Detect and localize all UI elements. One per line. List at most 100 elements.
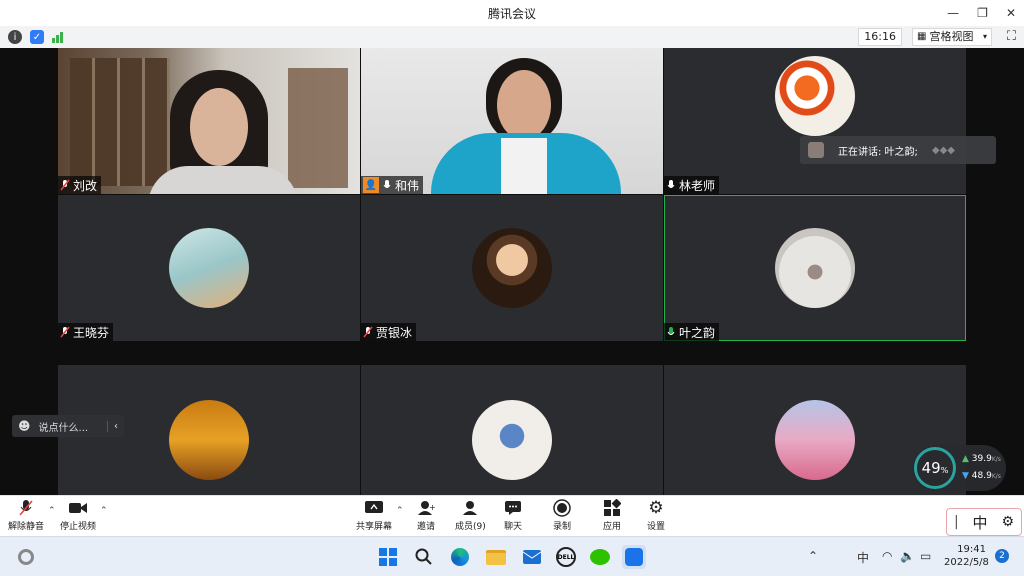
gear-icon: ⚙ [648, 498, 664, 518]
participant-name: 和伟 [395, 178, 420, 193]
participant-nametag: 王晓芬 [58, 323, 114, 341]
members-button[interactable]: 成员(9) [455, 499, 486, 532]
participant-nametag: 叶之韵 [664, 323, 720, 341]
speaker-avatar [808, 142, 824, 158]
ime-language[interactable]: 中 [973, 512, 988, 533]
battery-icon[interactable]: ▭ [920, 549, 931, 563]
participant-video [361, 48, 663, 194]
view-mode-label: 宫格视图 [929, 30, 974, 43]
close-icon[interactable]: ✕ [1006, 6, 1016, 20]
chevron-up-icon[interactable]: ⌃ [396, 506, 404, 516]
restore-icon[interactable]: ❐ [977, 6, 988, 20]
tencent-meeting-icon[interactable] [622, 545, 646, 569]
participant-name: 贾银冰 [376, 325, 413, 340]
invite-icon: + [416, 499, 436, 517]
cpu-unit: % [940, 466, 949, 475]
wechat-icon[interactable] [588, 545, 612, 569]
fullscreen-icon[interactable]: ⛶ [1007, 29, 1016, 44]
network-meter: 49% ▲ 39.9K/s ▼ 48.9K/s [912, 445, 1006, 491]
settings-label: 设置 [646, 522, 665, 532]
mic-icon [382, 179, 392, 191]
unmute-label: 解除静音 [8, 522, 45, 532]
participant-tile-active[interactable]: 叶之韵 [664, 195, 966, 341]
record-button[interactable]: 录制 [552, 499, 572, 532]
chat-button[interactable]: 聊天 [503, 499, 523, 532]
chevron-up-icon[interactable]: ⌃ [808, 549, 818, 563]
file-explorer-icon[interactable] [484, 545, 508, 569]
speaking-indicator: 正在讲话: 叶之韵; ◆◆◆ [800, 136, 996, 164]
input-language[interactable]: 中 [857, 549, 869, 566]
start-icon[interactable] [376, 545, 400, 569]
download-rate-unit: K/s [991, 473, 1001, 480]
video-stage: 刘改 👤 和伟 林老师 王晓芬 贾银冰 叶之韵 [0, 48, 1024, 495]
minimize-icon[interactable]: — [947, 6, 959, 20]
widgets-icon[interactable] [14, 545, 38, 569]
share-screen-button[interactable]: 共享屏幕 [356, 499, 392, 532]
participant-nametag: 刘改 [58, 176, 102, 194]
invite-button[interactable]: + 邀请 [416, 499, 436, 532]
record-icon [552, 499, 572, 517]
chevron-down-icon: ▾ [982, 32, 987, 41]
members-icon [460, 499, 480, 517]
share-screen-label: 共享屏幕 [356, 522, 393, 532]
chat-label: 聊天 [503, 522, 522, 532]
participant-avatar [169, 228, 249, 308]
info-icon[interactable]: i [8, 30, 22, 44]
chat-icon [503, 499, 523, 517]
unmute-button[interactable]: 解除静音 [8, 499, 44, 532]
title-bar: 腾讯会议 — ❐ ✕ [0, 0, 1024, 26]
shield-icon[interactable]: ✓ [30, 30, 44, 44]
upload-icon: ▲ [962, 454, 969, 464]
participant-grid: 刘改 👤 和伟 林老师 王晓芬 贾银冰 叶之韵 [58, 48, 966, 495]
download-icon: ▼ [962, 471, 969, 481]
participant-avatar [472, 228, 552, 308]
svg-text:+: + [429, 503, 435, 512]
members-label: 成员(9) [455, 522, 486, 532]
participant-avatar [169, 400, 249, 480]
notification-badge[interactable]: 2 [995, 549, 1009, 563]
upload-rate: 39.9 [971, 454, 992, 464]
participant-video [58, 48, 360, 194]
chevron-up-icon[interactable]: ⌃ [100, 506, 108, 516]
participant-avatar [775, 400, 855, 480]
mic-muted-icon [363, 326, 373, 338]
wifi-icon[interactable]: ◠ [882, 549, 892, 563]
stop-video-button[interactable]: 停止视频 [60, 499, 96, 532]
participant-tile[interactable]: 刘改 [58, 48, 360, 194]
ime-toolbar[interactable]: | 中 ⚙ [946, 508, 1022, 536]
participant-tile[interactable]: 👤 和伟 [361, 48, 663, 194]
chat-placeholder[interactable]: 说点什么... [39, 419, 89, 434]
invite-label: 邀请 [416, 522, 435, 532]
grid-icon: ▦ [917, 31, 927, 42]
apps-button[interactable]: 应用 [602, 499, 622, 532]
quick-chat-box[interactable]: ☻ 说点什么... ‹ [12, 415, 124, 437]
apps-label: 应用 [602, 522, 621, 532]
download-rate: 48.9 [971, 471, 992, 481]
participant-avatar [472, 400, 552, 480]
participant-tile[interactable]: 贾银冰 [361, 195, 663, 341]
collapse-icon[interactable]: ‹ [107, 420, 124, 432]
emoji-icon[interactable]: ☻ [18, 419, 31, 433]
window-title: 腾讯会议 [487, 6, 536, 21]
mail-icon[interactable] [520, 545, 544, 569]
participant-tile[interactable] [361, 365, 663, 495]
participant-name: 刘改 [73, 178, 98, 193]
mic-speaking-icon [666, 326, 676, 338]
cpu-gauge: 49% [914, 447, 956, 489]
ime-gear-icon[interactable]: ⚙ [1001, 514, 1014, 530]
search-icon[interactable] [412, 545, 436, 569]
speaking-wave-icon: ◆◆◆ [931, 144, 955, 156]
view-mode-button[interactable]: ▦ 宫格视图 ▾ [912, 28, 992, 46]
system-clock[interactable]: 19:41 2022/5/8 [944, 543, 989, 569]
settings-button[interactable]: ⚙ 设置 [646, 498, 666, 532]
chevron-up-icon[interactable]: ⌃ [48, 506, 56, 516]
record-label: 录制 [552, 522, 571, 532]
participant-tile[interactable]: 王晓芬 [58, 195, 360, 341]
edge-icon[interactable] [448, 545, 472, 569]
signal-icon[interactable] [52, 31, 63, 43]
dell-icon[interactable]: DELL [554, 545, 578, 569]
volume-icon[interactable]: 🔈 [900, 549, 915, 563]
ime-divider: | [953, 514, 959, 530]
apps-icon [602, 499, 622, 517]
participant-tile[interactable]: 林老师 [664, 48, 966, 194]
